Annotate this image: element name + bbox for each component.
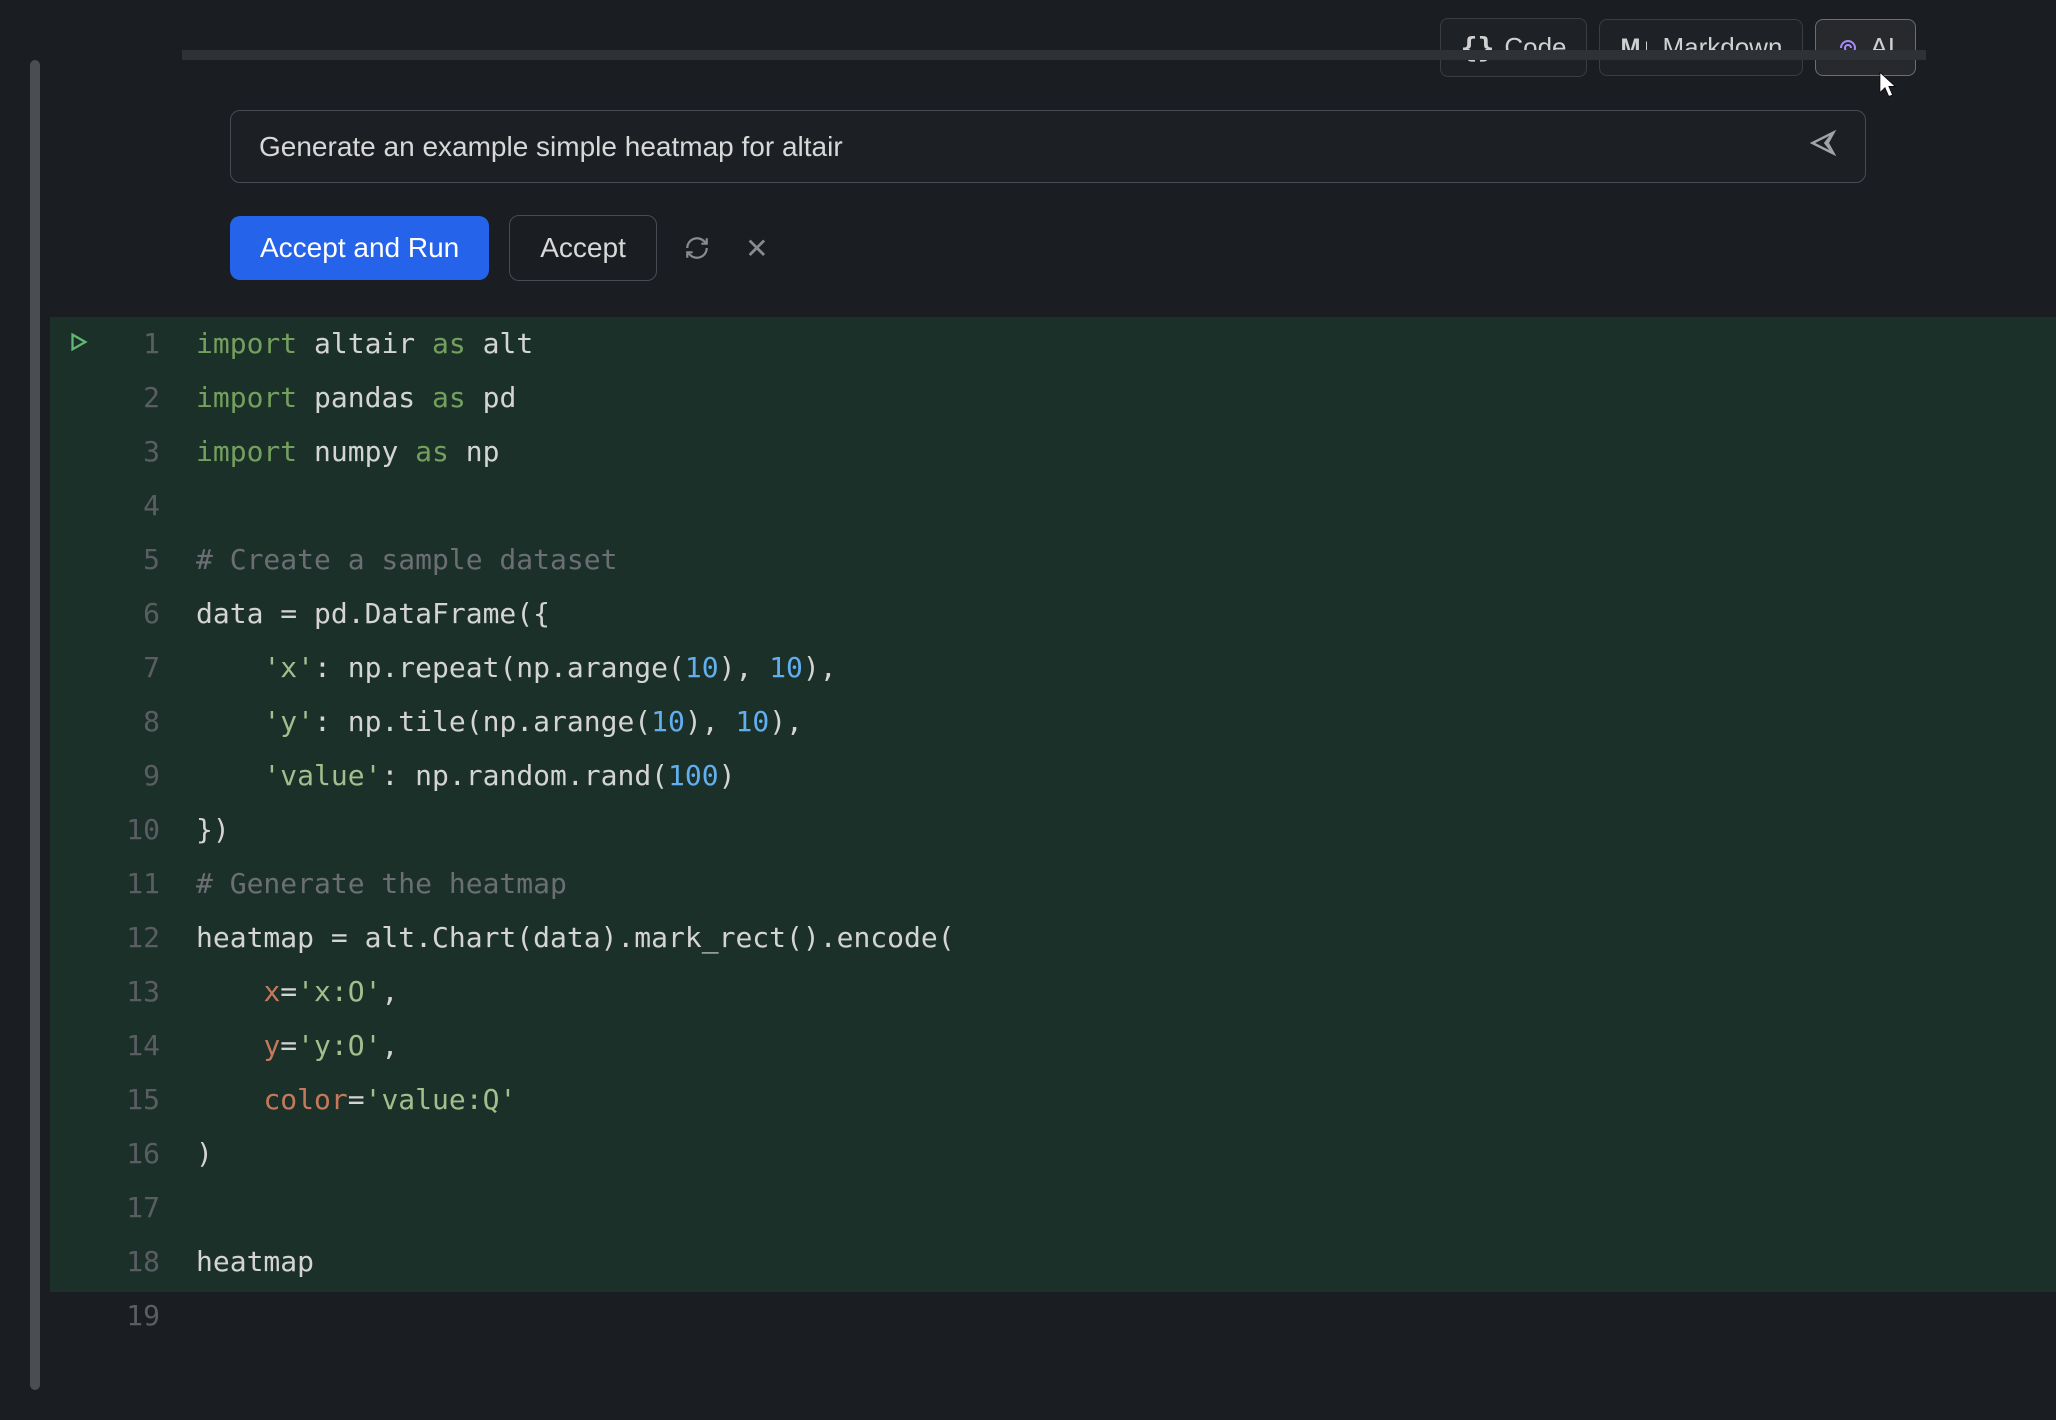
line-number: 6 <box>102 587 164 641</box>
line-number: 8 <box>102 695 164 749</box>
code-text[interactable] <box>164 1181 213 1235</box>
code-line[interactable]: 9 'value': np.random.rand(100) <box>54 749 2056 803</box>
code-text[interactable]: import pandas as pd <box>164 371 516 425</box>
code-line[interactable]: 6data = pd.DataFrame({ <box>54 587 2056 641</box>
code-line[interactable]: 14 y='y:O', <box>54 1019 2056 1073</box>
code-line[interactable]: 10}) <box>54 803 2056 857</box>
line-number: 17 <box>102 1181 164 1235</box>
code-line[interactable]: 15 color='value:Q' <box>54 1073 2056 1127</box>
code-text[interactable] <box>164 479 213 533</box>
code-text[interactable]: heatmap <box>164 1235 314 1289</box>
refresh-button[interactable] <box>677 228 717 268</box>
code-text[interactable]: }) <box>164 803 230 857</box>
code-line[interactable]: 8 'y': np.tile(np.arange(10), 10), <box>54 695 2056 749</box>
run-cell-icon[interactable] <box>54 317 102 353</box>
line-number: 1 <box>102 317 164 371</box>
line-number: 10 <box>102 803 164 857</box>
code-text[interactable]: 'x': np.repeat(np.arange(10), 10), <box>164 641 837 695</box>
scrollbar-track[interactable] <box>30 60 40 1390</box>
code-line[interactable]: 5# Create a sample dataset <box>54 533 2056 587</box>
line-number: 11 <box>102 857 164 911</box>
line-number: 4 <box>102 479 164 533</box>
action-button-row: Accept and Run Accept ✕ <box>230 215 2056 281</box>
code-line[interactable]: 17 <box>54 1181 2056 1235</box>
code-line[interactable]: 2import pandas as pd <box>54 371 2056 425</box>
code-text[interactable]: data = pd.DataFrame({ <box>164 587 550 641</box>
code-text[interactable]: y='y:O', <box>164 1019 398 1073</box>
accept-button[interactable]: Accept <box>509 215 657 281</box>
ai-prompt-input[interactable]: Generate an example simple heatmap for a… <box>230 110 1866 183</box>
code-line[interactable]: 19 <box>54 1289 2056 1343</box>
send-icon[interactable] <box>1809 129 1837 164</box>
code-line[interactable]: 16) <box>54 1127 2056 1181</box>
cell-top-border <box>182 50 1926 60</box>
line-number: 13 <box>102 965 164 1019</box>
code-text[interactable]: 'y': np.tile(np.arange(10), 10), <box>164 695 803 749</box>
line-number: 14 <box>102 1019 164 1073</box>
close-button[interactable]: ✕ <box>737 228 777 268</box>
line-number: 7 <box>102 641 164 695</box>
code-text[interactable]: import altair as alt <box>164 317 533 371</box>
code-text[interactable] <box>164 1289 213 1343</box>
code-text[interactable]: ) <box>164 1127 213 1181</box>
code-line[interactable]: 11# Generate the heatmap <box>54 857 2056 911</box>
code-line[interactable]: 7 'x': np.repeat(np.arange(10), 10), <box>54 641 2056 695</box>
code-text[interactable]: 'value': np.random.rand(100) <box>164 749 735 803</box>
code-text[interactable]: # Generate the heatmap <box>164 857 567 911</box>
code-line[interactable]: 12heatmap = alt.Chart(data).mark_rect().… <box>54 911 2056 965</box>
line-number: 16 <box>102 1127 164 1181</box>
line-number: 9 <box>102 749 164 803</box>
ai-prompt-text: Generate an example simple heatmap for a… <box>259 131 1809 163</box>
code-text[interactable]: import numpy as np <box>164 425 499 479</box>
line-number: 12 <box>102 911 164 965</box>
code-line[interactable]: 4 <box>54 479 2056 533</box>
code-line[interactable]: 13 x='x:O', <box>54 965 2056 1019</box>
code-line[interactable]: 18heatmap <box>54 1235 2056 1289</box>
line-number: 2 <box>102 371 164 425</box>
line-number: 18 <box>102 1235 164 1289</box>
code-text[interactable]: # Create a sample dataset <box>164 533 617 587</box>
scrollbar-thumb[interactable] <box>30 60 40 1390</box>
line-number: 5 <box>102 533 164 587</box>
accept-and-run-button[interactable]: Accept and Run <box>230 216 489 280</box>
line-number: 3 <box>102 425 164 479</box>
code-line[interactable]: 3import numpy as np <box>54 425 2056 479</box>
code-text[interactable]: color='value:Q' <box>164 1073 516 1127</box>
code-editor[interactable]: 1import altair as alt2import pandas as p… <box>50 317 2056 1343</box>
code-text[interactable]: heatmap = alt.Chart(data).mark_rect().en… <box>164 911 955 965</box>
code-text[interactable]: x='x:O', <box>164 965 398 1019</box>
line-number: 19 <box>102 1289 164 1343</box>
line-number: 15 <box>102 1073 164 1127</box>
code-line[interactable]: 1import altair as alt <box>54 317 2056 371</box>
